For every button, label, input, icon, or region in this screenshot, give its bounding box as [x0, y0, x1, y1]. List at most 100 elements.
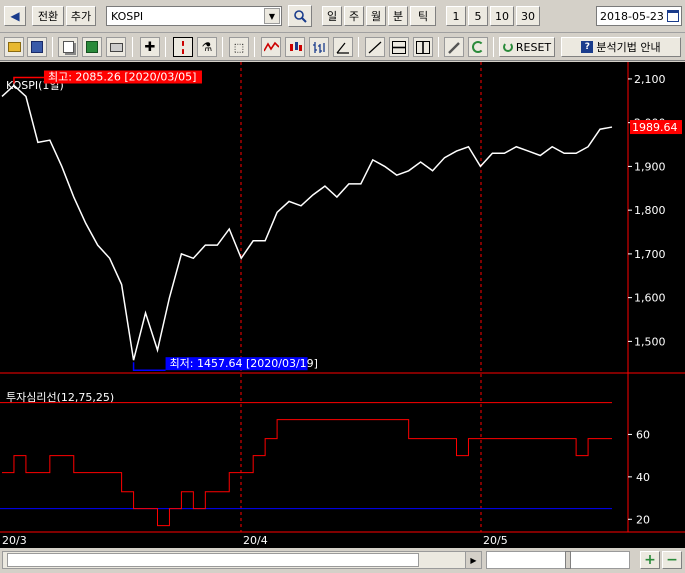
- search-button[interactable]: [288, 5, 312, 27]
- bottom-scroll-bar: ▶ + −: [0, 548, 685, 573]
- zoom-slider-handle[interactable]: [565, 551, 571, 569]
- excel-icon: [86, 41, 98, 53]
- chart-area[interactable]: 1,5001,6001,7001,8001,9002,0002,10020406…: [0, 62, 685, 548]
- line-chart-icon: [263, 41, 279, 52]
- x-tick-label: 20/4: [243, 534, 268, 547]
- search-icon: [294, 10, 307, 23]
- folder-icon: [7, 42, 21, 52]
- period-minute-button[interactable]: 분: [388, 6, 408, 26]
- price-tick-label: 2,100: [634, 73, 666, 86]
- candle-chart-button[interactable]: [285, 37, 305, 57]
- convert-button[interactable]: 전환: [32, 6, 64, 26]
- period-day-button[interactable]: 일: [322, 6, 342, 26]
- date-value: 2018-05-23: [600, 10, 664, 23]
- count-1-button[interactable]: 1: [446, 6, 466, 26]
- psy-tick-label: 40: [636, 471, 650, 484]
- crosshair-icon: ✚: [144, 39, 156, 55]
- eraser-icon: [448, 41, 460, 54]
- price-tick-label: 1,700: [634, 248, 666, 261]
- psy-chart-title: 투자심리선(12,75,25): [6, 391, 114, 404]
- x-tick-label: 20/3: [2, 534, 27, 547]
- minus-icon: −: [666, 552, 678, 568]
- count-5-button[interactable]: 5: [468, 6, 488, 26]
- print-button[interactable]: [106, 37, 126, 57]
- reset-icon: [502, 42, 513, 52]
- price-tick-label: 1,900: [634, 160, 666, 173]
- toolbar-divider: [132, 37, 133, 57]
- chevron-right-icon: ▶: [470, 555, 477, 565]
- toolbar-divider: [254, 37, 255, 57]
- scroll-right-button[interactable]: ▶: [465, 552, 481, 568]
- psy-series-line: [2, 419, 612, 527]
- trendline-icon: [368, 41, 382, 53]
- back-button[interactable]: ◀: [4, 6, 26, 26]
- price-tick-label: 1,800: [634, 204, 666, 217]
- refresh-button[interactable]: [468, 37, 488, 57]
- plus-icon: +: [644, 552, 656, 568]
- price-series-line: [1, 84, 613, 361]
- symbol-select[interactable]: KOSPI ▼: [106, 6, 282, 26]
- last-value-label: 1989.64: [632, 121, 678, 134]
- reset-button[interactable]: RESET: [499, 37, 555, 57]
- copy-button[interactable]: [58, 37, 78, 57]
- save-button[interactable]: [27, 37, 47, 57]
- psy-tick-label: 60: [636, 428, 650, 441]
- vertical-line-icon: [416, 40, 430, 54]
- angle-icon: [336, 42, 349, 54]
- zoom-out-button[interactable]: −: [662, 551, 682, 569]
- select-button[interactable]: ⬚: [229, 37, 249, 57]
- back-arrow-icon: ◀: [10, 9, 20, 23]
- scroll-thumb[interactable]: [7, 553, 419, 567]
- toolbar-divider: [222, 37, 223, 57]
- eraser-button[interactable]: [444, 37, 464, 57]
- chart-tools-bar: ✚ ⚗ ⬚ RESET ? 분석기법 안내: [0, 33, 685, 61]
- refresh-icon: [472, 41, 484, 53]
- count-10-button[interactable]: 10: [490, 6, 514, 26]
- trendline-button[interactable]: [365, 37, 385, 57]
- toolbar-divider: [52, 37, 53, 57]
- copy-icon: [62, 41, 74, 53]
- low-marker-line: [132, 362, 166, 371]
- calendar-icon[interactable]: [667, 10, 679, 22]
- chart-canvas[interactable]: 1,5001,6001,7001,8001,9002,0002,10020406…: [0, 62, 685, 548]
- symbol-value: KOSPI: [111, 10, 144, 23]
- vertical-split-button[interactable]: [413, 37, 433, 57]
- analysis-guide-button[interactable]: ? 분석기법 안내: [561, 37, 681, 57]
- ohlc-bar-icon: [312, 41, 325, 53]
- price-tick-label: 1,600: [634, 292, 666, 305]
- period-week-button[interactable]: 주: [344, 6, 364, 26]
- candlestick-icon: [289, 41, 302, 51]
- analysis-guide-label: 분석기법 안내: [596, 41, 661, 54]
- horizontal-line-button[interactable]: [389, 37, 409, 57]
- add-button[interactable]: 추가: [66, 6, 96, 26]
- scroll-track[interactable]: ▶: [2, 551, 482, 569]
- indicator-button[interactable]: ⚗: [197, 37, 217, 57]
- period-month-button[interactable]: 월: [366, 6, 386, 26]
- high-label: 최고: 2085.26 [2020/03/05]: [48, 70, 196, 83]
- low-label: 최저: 1457.64 [2020/03/19]: [170, 357, 318, 370]
- indicator-icon: ⚗: [201, 40, 213, 54]
- count-30-button[interactable]: 30: [516, 6, 540, 26]
- reset-label: RESET: [515, 40, 552, 54]
- toolbar-divider: [438, 37, 439, 57]
- toolbar-divider: [165, 37, 166, 57]
- printer-icon: [109, 42, 123, 52]
- open-button[interactable]: [4, 37, 24, 57]
- top-toolbar: ◀ 전환 추가 KOSPI ▼ 일 주 월 분 틱 1 5 10 30 2018…: [0, 0, 685, 33]
- psy-tick-label: 20: [636, 513, 650, 526]
- period-tick-button[interactable]: 틱: [410, 6, 436, 26]
- crosshair-button[interactable]: ✚: [140, 37, 160, 57]
- chevron-down-icon[interactable]: ▼: [264, 8, 280, 24]
- angle-tool-button[interactable]: [333, 37, 353, 57]
- line-chart-button[interactable]: [261, 37, 281, 57]
- dashed-vertical-icon: [182, 40, 184, 54]
- vertical-line-button[interactable]: [173, 37, 193, 57]
- x-tick-label: 20/5: [483, 534, 508, 547]
- toolbar-divider: [358, 37, 359, 57]
- zoom-in-button[interactable]: +: [640, 551, 660, 569]
- excel-button[interactable]: [82, 37, 102, 57]
- date-field[interactable]: 2018-05-23: [596, 6, 682, 26]
- bar-chart-button[interactable]: [309, 37, 329, 57]
- zoom-track[interactable]: [486, 551, 630, 569]
- toolbar-divider: [493, 37, 494, 57]
